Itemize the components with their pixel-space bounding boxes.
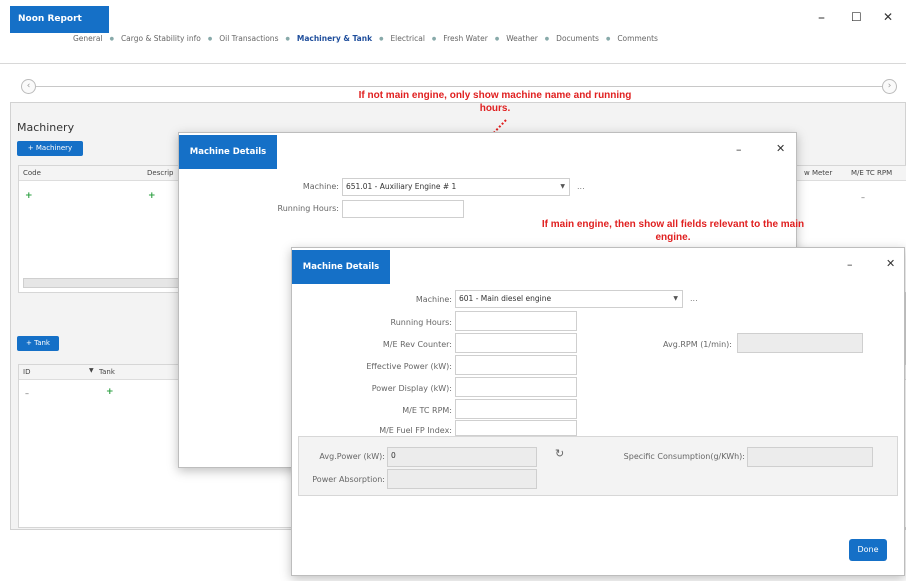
running-hours-label: Running Hours: — [390, 318, 452, 327]
nav-documents[interactable]: Documents — [549, 34, 606, 43]
maximize-icon[interactable]: ☐ — [851, 10, 862, 24]
machine-select[interactable]: 651.01 - Auxiliary Engine # 1 ▼ — [342, 178, 570, 196]
annotation-main-engine: If main engine, then show all fields rel… — [541, 219, 805, 243]
machine-details-dialog-main: Machine Details – ✕ Machine: 601 - Main … — [291, 247, 905, 576]
power-absorption-input[interactable] — [387, 469, 537, 489]
col-id[interactable]: ID — [23, 368, 30, 376]
nav-fresh-water[interactable]: Fresh Water — [436, 34, 495, 43]
power-display-label: Power Display (kW): — [371, 384, 452, 393]
avg-rpm-input[interactable] — [737, 333, 863, 353]
col-flow-meter[interactable]: w Meter — [804, 169, 832, 177]
header-divider — [0, 63, 906, 64]
machine-browse-button[interactable]: ... — [577, 182, 585, 191]
dialog-title: Machine Details — [292, 250, 390, 284]
col-description[interactable]: Descrip — [147, 169, 173, 177]
step-line — [36, 86, 882, 87]
next-step-icon[interactable]: › — [882, 79, 897, 94]
avg-power-value: 0 — [391, 451, 396, 460]
tc-rpm-input[interactable] — [455, 399, 577, 419]
prev-step-icon[interactable]: ‹ — [21, 79, 36, 94]
tc-rpm-label: M/E TC RPM: — [402, 406, 452, 415]
refresh-icon[interactable]: ↻ — [555, 447, 564, 460]
dialog-title: Machine Details — [179, 135, 277, 169]
sort-icon[interactable]: ▼ — [89, 367, 94, 374]
col-tank[interactable]: Tank — [99, 368, 115, 376]
col-me-tc-rpm[interactable]: M/E TC RPM — [851, 169, 892, 177]
avg-power-input[interactable]: 0 — [387, 447, 537, 467]
row-add-icon[interactable]: + — [106, 387, 114, 397]
machine-browse-button[interactable]: ... — [690, 294, 698, 303]
row-dash: – — [861, 193, 865, 202]
chevron-down-icon: ▼ — [673, 295, 678, 302]
done-button[interactable]: Done — [849, 539, 887, 561]
running-hours-label: Running Hours: — [277, 204, 339, 213]
nav-electrical[interactable]: Electrical — [383, 34, 431, 43]
nav-machinery-tank[interactable]: Machinery & Tank — [290, 34, 379, 43]
nav-oil-transactions[interactable]: Oil Transactions — [212, 34, 285, 43]
avg-power-label: Avg.Power (kW): — [319, 452, 385, 461]
machine-label: Machine: — [415, 295, 452, 304]
chevron-down-icon: ▼ — [560, 183, 565, 190]
close-icon[interactable]: ✕ — [883, 10, 893, 24]
running-hours-input[interactable] — [342, 200, 464, 218]
power-absorption-label: Power Absorption: — [312, 475, 385, 484]
rev-counter-label: M/E Rev Counter: — [382, 340, 452, 349]
rev-counter-input[interactable] — [455, 333, 577, 353]
fuel-index-input[interactable] — [455, 420, 577, 436]
nav-weather[interactable]: Weather — [499, 34, 545, 43]
effective-power-input[interactable] — [455, 355, 577, 375]
dialog-close-icon[interactable]: ✕ — [776, 142, 785, 155]
running-hours-input[interactable] — [455, 311, 577, 331]
machine-select[interactable]: 601 - Main diesel engine ▼ — [455, 290, 683, 308]
col-code[interactable]: Code — [23, 169, 41, 177]
effective-power-label: Effective Power (kW): — [366, 362, 452, 371]
dialog-close-icon[interactable]: ✕ — [886, 257, 895, 270]
machinery-title: Machinery — [17, 121, 75, 134]
section-nav: General ● Cargo & Stability info ● Oil T… — [66, 34, 665, 43]
machine-label: Machine: — [302, 182, 339, 191]
machine-select-value: 651.01 - Auxiliary Engine # 1 — [346, 182, 457, 191]
window-title-tab[interactable]: Noon Report — [10, 6, 109, 33]
specific-consumption-label: Specific Consumption(g/KWh): — [623, 452, 745, 461]
annotation-not-main-engine: If not main engine, only show machine na… — [358, 90, 632, 114]
horizontal-scrollbar[interactable] — [23, 278, 195, 288]
machine-select-value: 601 - Main diesel engine — [459, 294, 552, 303]
row-add-icon[interactable]: + — [148, 191, 156, 201]
power-display-input[interactable] — [455, 377, 577, 397]
add-tank-button[interactable]: + Tank — [17, 336, 59, 351]
dialog-minimize-icon[interactable]: – — [847, 258, 853, 271]
nav-cargo-stability[interactable]: Cargo & Stability info — [114, 34, 208, 43]
avg-rpm-label: Avg.RPM (1/min): — [663, 340, 732, 349]
add-machinery-button[interactable]: + Machinery — [17, 141, 83, 156]
row-dash: – — [25, 389, 29, 398]
minimize-icon[interactable]: – — [818, 10, 825, 26]
dialog-minimize-icon[interactable]: – — [736, 143, 742, 156]
computed-values-box: Avg.Power (kW): 0 ↻ Specific Consumption… — [298, 436, 898, 496]
row-add-icon[interactable]: + — [25, 191, 33, 201]
fuel-index-label: M/E Fuel FP Index: — [379, 426, 452, 435]
nav-comments[interactable]: Comments — [610, 34, 665, 43]
specific-consumption-input[interactable] — [747, 447, 873, 467]
nav-general[interactable]: General — [66, 34, 110, 43]
